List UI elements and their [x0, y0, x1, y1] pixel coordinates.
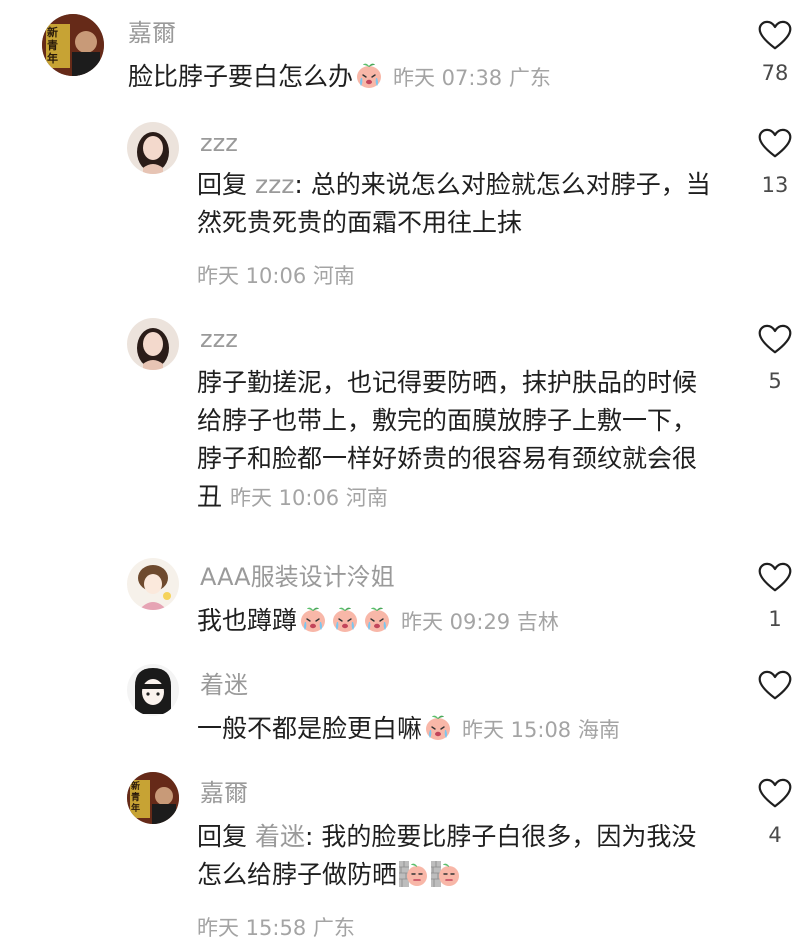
reply-colon: : — [294, 170, 311, 199]
comment-meta: 昨天 10:06 河南 — [197, 260, 355, 290]
comment-meta: 昨天 15:58 广东 — [197, 912, 355, 942]
avatar[interactable] — [127, 122, 179, 174]
comment-meta: 昨天 07:38 广东 — [393, 66, 551, 90]
username[interactable]: zzz — [200, 324, 238, 354]
comment-text: 脖子勤搓泥，也记得要防晒，抹护肤品的时候给脖子也带上，敷完的面膜放脖子上敷一下，… — [197, 364, 717, 517]
reply-prefix: 回复 — [197, 822, 255, 851]
avatar-logo-text: 新青年 — [131, 782, 141, 814]
wall-peach-emoji-icon — [398, 858, 428, 888]
like-button[interactable] — [756, 670, 794, 715]
location: 河南 — [312, 264, 355, 288]
username[interactable]: zzz — [200, 128, 238, 158]
avatar[interactable] — [127, 558, 179, 610]
timestamp: 昨天 15:08 — [461, 718, 572, 742]
like-button[interactable]: 1 — [756, 562, 794, 631]
comment-body: 脸比脖子要白怎么办 — [128, 62, 354, 91]
username[interactable]: 着迷 — [200, 670, 248, 700]
crying-peach-emoji-icon — [354, 60, 384, 90]
timestamp: 昨天 07:38 — [392, 66, 503, 90]
heart-icon — [758, 20, 792, 51]
username[interactable]: 嘉爾 — [128, 18, 176, 48]
heart-icon — [758, 324, 792, 355]
comment-meta: 昨天 09:29 吉林 — [401, 610, 559, 634]
crying-peach-emoji-icon — [330, 604, 360, 634]
comment-text: 脸比脖子要白怎么办 昨天 07:38 广东 — [128, 58, 728, 97]
like-button[interactable]: 78 — [756, 20, 794, 85]
comment-text: 我也蹲蹲 昨天 09:29 吉林 — [197, 602, 717, 641]
username[interactable]: 嘉爾 — [200, 778, 248, 808]
like-button[interactable]: 13 — [756, 128, 794, 197]
avatar[interactable] — [127, 318, 179, 370]
reply-prefix: 回复 — [197, 170, 255, 199]
like-button[interactable]: 4 — [756, 778, 794, 847]
avatar[interactable]: 新青年 — [127, 772, 179, 824]
like-button[interactable]: 5 — [756, 324, 794, 393]
wall-peach-emoji-icon — [430, 858, 460, 888]
location: 河南 — [345, 486, 388, 510]
location: 广东 — [508, 66, 551, 90]
timestamp: 昨天 10:06 — [229, 486, 340, 510]
comment-body: 我也蹲蹲 — [197, 606, 298, 635]
heart-icon — [758, 128, 792, 159]
avatar[interactable]: 新青年 — [42, 14, 104, 76]
like-count: 78 — [761, 61, 789, 85]
comment-text: 回复 zzz: 总的来说怎么对脸就怎么对脖子，当然死贵死贵的面霜不用往上抹 — [197, 166, 717, 242]
comment-text: 一般不都是脸更白嘛 昨天 15:08 海南 — [197, 710, 717, 749]
crying-peach-emoji-icon — [423, 712, 453, 742]
comment-meta: 昨天 10:06 河南 — [230, 486, 388, 510]
comment-body: 一般不都是脸更白嘛 — [197, 714, 423, 743]
heart-icon — [758, 670, 792, 701]
location: 吉林 — [516, 610, 559, 634]
like-count: 4 — [768, 823, 782, 847]
location: 广东 — [312, 916, 355, 940]
location: 海南 — [577, 718, 620, 742]
username[interactable]: AAA服装设计泠姐 — [200, 562, 395, 592]
like-count: 13 — [761, 173, 789, 197]
avatar[interactable] — [127, 664, 179, 716]
crying-peach-emoji-icon — [362, 604, 392, 634]
heart-icon — [758, 778, 792, 809]
reply-target-username[interactable]: 着迷 — [255, 822, 305, 851]
timestamp: 昨天 15:58 — [197, 916, 307, 940]
reply-colon: : — [304, 822, 322, 851]
reply-target-username[interactable]: zzz — [255, 170, 294, 199]
timestamp: 昨天 10:06 — [197, 264, 307, 288]
comment-text: 回复 着迷: 我的脸要比脖子白很多，因为我没怎么给脖子做防晒 — [197, 818, 717, 894]
avatar-logo-text: 新青年 — [47, 26, 58, 65]
like-count: 5 — [768, 369, 782, 393]
timestamp: 昨天 09:29 — [400, 610, 511, 634]
heart-icon — [758, 562, 792, 593]
crying-peach-emoji-icon — [298, 604, 328, 634]
like-count: 1 — [768, 607, 782, 631]
comment-meta: 昨天 15:08 海南 — [462, 718, 620, 742]
